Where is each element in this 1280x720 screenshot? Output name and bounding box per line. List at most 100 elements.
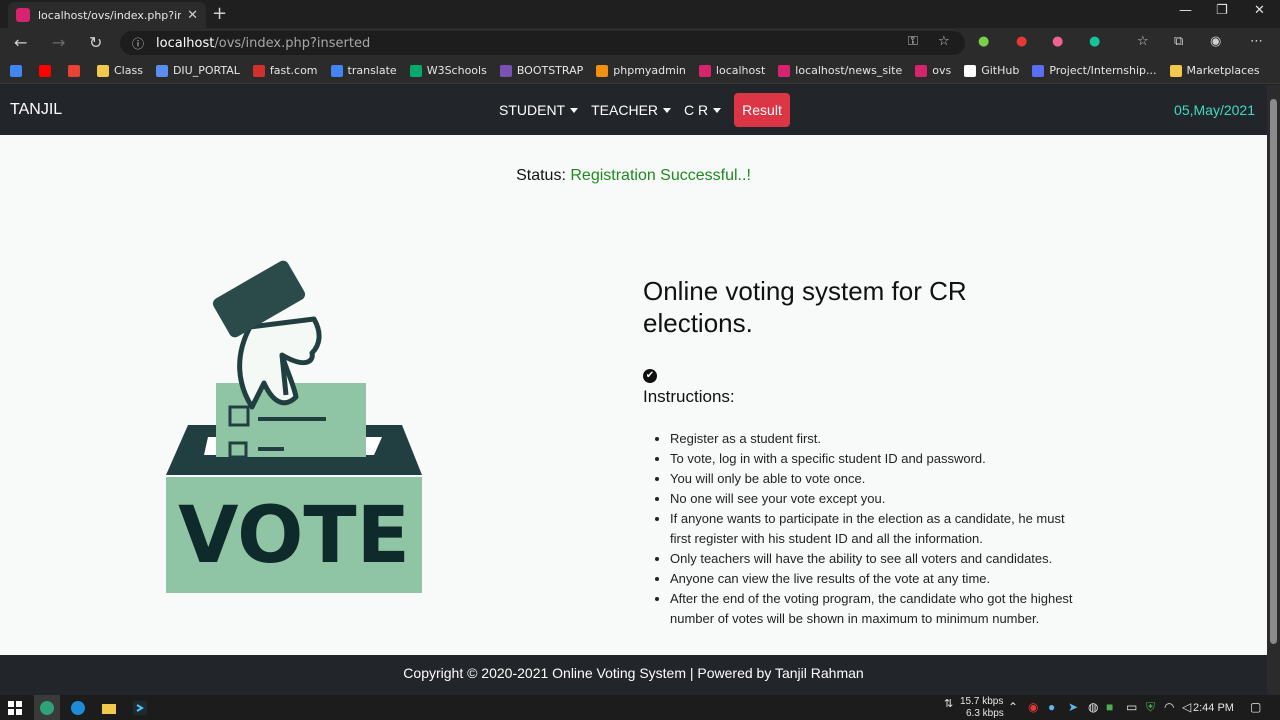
window-close-icon[interactable]: ✕: [1254, 3, 1265, 18]
bookmark-label: localhost/news_site: [795, 64, 903, 77]
bookmark-favicon-icon: [409, 64, 422, 77]
instructions-heading: Instructions:: [643, 387, 735, 406]
bookmark-favicon-icon: [1169, 64, 1182, 77]
current-date: 05,May/2021: [1174, 102, 1255, 118]
minimize-icon[interactable]: —: [1179, 3, 1192, 18]
windows-start-icon[interactable]: [7, 700, 23, 716]
profile-avatar-icon[interactable]: ◉: [1210, 34, 1221, 49]
bookmark-item[interactable]: localhost/news_site: [778, 64, 902, 77]
wifi-icon[interactable]: ◠: [1164, 700, 1174, 714]
scrollbar-thumb[interactable]: [1270, 99, 1277, 644]
bookmark-label: Marketplaces: [1186, 64, 1260, 77]
nav-cr-dropdown[interactable]: C R: [684, 102, 722, 118]
list-item: After the end of the voting program, the…: [670, 589, 1083, 629]
edge-icon[interactable]: [70, 700, 86, 716]
file-explorer-icon[interactable]: [101, 700, 117, 716]
bookmark-item[interactable]: GitHub: [964, 64, 1019, 77]
bookmark-label: Project/Internship...: [1049, 64, 1157, 77]
nav-teacher-dropdown[interactable]: TEACHER: [591, 102, 672, 118]
favorites-icon[interactable]: ☆: [1137, 34, 1149, 49]
nav-student-label: STUDENT: [499, 102, 566, 118]
main-content: Online voting system for CR elections. ✔…: [643, 275, 1083, 629]
favorite-icon[interactable]: ☆: [938, 34, 950, 49]
restore-icon[interactable]: ❐: [1216, 3, 1228, 18]
tab-title: localhost/ovs/index.php?inserted: [38, 8, 182, 22]
bookmarks-bar: Class DIU_PORTAL fast.com translate W3School…: [0, 58, 1280, 84]
extension-icon[interactable]: ●: [1052, 34, 1063, 49]
result-button[interactable]: Result: [734, 93, 790, 127]
reload-icon[interactable]: ↻: [89, 33, 102, 52]
nav-student-dropdown[interactable]: STUDENT: [499, 102, 579, 118]
extension-icon[interactable]: ●: [1016, 34, 1027, 49]
bookmark-favicon-icon: [596, 64, 609, 77]
site-info-icon[interactable]: ⓘ: [132, 35, 144, 52]
forward-icon[interactable]: →: [52, 33, 65, 52]
chevron-down-icon: [713, 107, 722, 113]
new-tab-icon[interactable]: +: [212, 3, 227, 24]
url-field[interactable]: ⓘ localhost/ovs/index.php?inserted: [120, 31, 965, 55]
bookmark-label: Class: [114, 64, 143, 77]
edge-dev-icon[interactable]: [39, 700, 55, 716]
bookmark-label: GitHub: [981, 64, 1020, 77]
bookmark-favicon-icon: [778, 64, 791, 77]
bookmark-item[interactable]: ovs: [915, 64, 951, 77]
bookmark-favicon-icon: [39, 64, 51, 77]
vote-ballot-box-illustration: VOTE: [166, 260, 422, 593]
url-path: /ovs/index.php?inserted: [214, 35, 371, 51]
key-icon[interactable]: ⚿: [908, 34, 918, 49]
notifications-icon[interactable]: ▢: [1250, 700, 1261, 714]
vscode-icon[interactable]: [132, 700, 148, 716]
close-tab-icon[interactable]: ✕: [187, 8, 198, 23]
tray-app-icon[interactable]: ●: [1048, 700, 1055, 714]
net-up-speed: 6.3 kbps: [966, 708, 1004, 719]
browser-tab[interactable]: localhost/ovs/index.php?inserted ✕: [8, 2, 206, 28]
bookmark-favicon-icon: [68, 64, 80, 77]
bookmark-item[interactable]: fast.com: [252, 64, 318, 77]
extension-icon[interactable]: ●: [978, 34, 989, 49]
telegram-icon[interactable]: ➤: [1068, 700, 1078, 714]
bookmark-item[interactable]: BOOTSTRAP: [499, 64, 583, 77]
bookmark-label: fast.com: [269, 64, 318, 77]
list-item: No one will see your vote except you.: [670, 489, 1083, 509]
page-scrollbar[interactable]: [1267, 85, 1280, 695]
back-icon[interactable]: ←: [14, 33, 27, 52]
more-icon[interactable]: ⋯: [1250, 34, 1263, 49]
volume-icon[interactable]: ◁: [1182, 700, 1191, 714]
list-item: You will only be able to vote once.: [670, 469, 1083, 489]
bookmark-item[interactable]: [68, 64, 85, 77]
grammarly-icon[interactable]: ●: [1089, 34, 1100, 49]
bookmark-item[interactable]: [39, 64, 56, 77]
brand-link[interactable]: TANJIL: [10, 101, 62, 119]
record-icon[interactable]: ◉: [1028, 700, 1038, 714]
bookmark-label: W3Schools: [426, 64, 487, 77]
bookmark-label: ovs: [932, 64, 952, 77]
clock-time[interactable]: 2:44 PM: [1193, 702, 1234, 714]
site-navbar: TANJIL STUDENT TEACHER C R Result 05,May…: [0, 85, 1267, 135]
bookmark-item[interactable]: DIU_PORTAL: [155, 64, 240, 77]
bookmark-favicon-icon: [252, 64, 265, 77]
chevron-up-icon[interactable]: ⌃: [1008, 700, 1018, 714]
bookmark-item[interactable]: Project/Internship...: [1032, 64, 1157, 77]
bookmark-item[interactable]: Marketplaces: [1169, 64, 1260, 77]
bookmark-item[interactable]: Class: [97, 64, 143, 77]
tray-app-icon[interactable]: ■: [1106, 700, 1113, 714]
nav-teacher-label: TEACHER: [591, 102, 659, 118]
bookmark-favicon-icon: [964, 64, 977, 77]
bookmark-favicon-icon: [499, 64, 512, 77]
bookmark-item[interactable]: W3Schools: [409, 64, 487, 77]
list-item: Only teachers will have the ability to s…: [670, 549, 1083, 569]
instructions-list: Register as a student first. To vote, lo…: [643, 429, 1083, 629]
bookmark-item[interactable]: localhost: [698, 64, 765, 77]
bookmark-label: translate: [347, 64, 397, 77]
microphone-icon[interactable]: ◍: [1088, 700, 1098, 714]
bookmark-item[interactable]: phpmyadmin: [596, 64, 686, 77]
security-shield-icon[interactable]: ⛨: [1146, 700, 1155, 715]
battery-icon[interactable]: ▭: [1126, 700, 1137, 714]
bookmark-item[interactable]: [10, 64, 27, 77]
net-down-speed: 15.7 kbps: [960, 696, 1004, 707]
tab-favicon-icon: [16, 8, 30, 22]
collections-icon[interactable]: ⧉: [1174, 34, 1183, 49]
bookmark-label: phpmyadmin: [613, 64, 686, 77]
status-label: Status:: [516, 167, 566, 184]
bookmark-item[interactable]: translate: [330, 64, 397, 77]
